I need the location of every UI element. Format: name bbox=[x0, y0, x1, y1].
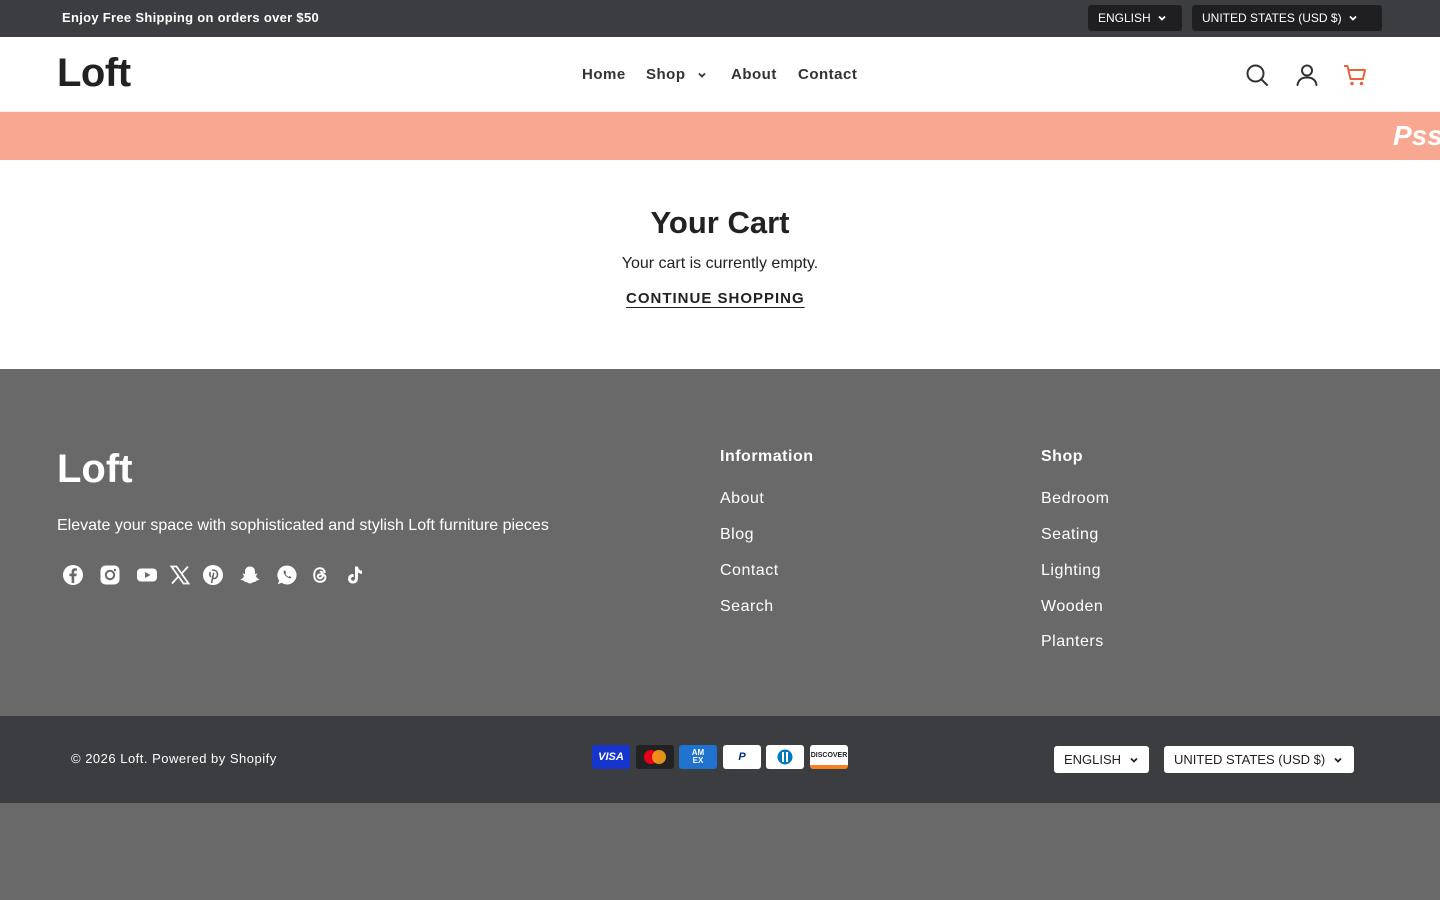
footer-link-blog[interactable]: Blog bbox=[720, 526, 754, 544]
language-selector-label: ENGLISH bbox=[1098, 11, 1151, 25]
footer-bottom-bar: © 2026 Loft. Powered by Shopify VISA AM E… bbox=[0, 716, 1440, 803]
paypal-icon: P bbox=[723, 745, 761, 769]
footer-col-title-shop: Shop bbox=[1041, 448, 1083, 465]
language-selector[interactable]: ENGLISH bbox=[1088, 5, 1182, 31]
cart-icon[interactable] bbox=[1342, 62, 1368, 88]
continue-shopping-link[interactable]: CONTINUE SHOPPING bbox=[626, 290, 805, 307]
site-header: Loft Home Shop About Contact bbox=[0, 37, 1440, 112]
chevron-down-icon bbox=[1334, 757, 1342, 763]
footer-logo: Loft bbox=[57, 447, 133, 491]
nav-home[interactable]: Home bbox=[582, 66, 626, 83]
footer-language-selector-label: ENGLISH bbox=[1064, 752, 1122, 767]
empty-cart-message: Your cart is currently empty. bbox=[621, 255, 819, 272]
nav-about[interactable]: About bbox=[731, 66, 777, 83]
announcement-bar: Enjoy Free Shipping on orders over $50 E… bbox=[0, 0, 1440, 37]
mastercard-icon bbox=[636, 745, 674, 769]
site-logo[interactable]: Loft bbox=[57, 51, 131, 96]
youtube-icon[interactable] bbox=[136, 564, 158, 586]
footer-link-seating[interactable]: Seating bbox=[1041, 526, 1099, 544]
promo-marquee: Pss bbox=[0, 112, 1440, 160]
country-selector[interactable]: UNITED STATES (USD $) bbox=[1192, 5, 1382, 31]
footer-link-lighting[interactable]: Lighting bbox=[1041, 562, 1101, 580]
chevron-down-icon bbox=[1158, 15, 1166, 21]
footer-tagline: Elevate your space with sophisticated an… bbox=[57, 517, 549, 534]
footer-language-selector[interactable]: ENGLISH bbox=[1054, 746, 1149, 773]
account-icon[interactable] bbox=[1294, 62, 1320, 88]
country-selector-label: UNITED STATES (USD $) bbox=[1202, 11, 1342, 25]
instagram-icon[interactable] bbox=[99, 564, 121, 586]
footer-link-search[interactable]: Search bbox=[720, 598, 774, 616]
footer-country-selector-label: UNITED STATES (USD $) bbox=[1174, 752, 1326, 767]
tiktok-icon[interactable] bbox=[343, 564, 365, 586]
footer-country-selector[interactable]: UNITED STATES (USD $) bbox=[1164, 746, 1354, 773]
footer-link-wooden[interactable]: Wooden bbox=[1041, 598, 1103, 616]
announcement-text: Enjoy Free Shipping on orders over $50 bbox=[62, 10, 320, 25]
whatsapp-icon[interactable] bbox=[276, 564, 298, 586]
nav-contact[interactable]: Contact bbox=[798, 66, 857, 83]
cart-section: Your Cart Your cart is currently empty. … bbox=[0, 160, 1440, 369]
snapchat-icon[interactable] bbox=[239, 564, 261, 586]
copyright-text: © 2026 Loft. Powered by Shopify bbox=[71, 751, 277, 766]
footer-link-contact[interactable]: Contact bbox=[720, 562, 779, 580]
page-title: Your Cart bbox=[650, 205, 790, 240]
amex-icon: AM EX bbox=[679, 745, 717, 769]
site-footer: Loft Elevate your space with sophisticat… bbox=[0, 369, 1440, 716]
promo-text: Pss bbox=[1393, 120, 1440, 151]
nav-shop[interactable]: Shop bbox=[646, 66, 686, 83]
chevron-down-icon[interactable] bbox=[696, 69, 708, 81]
chevron-down-icon bbox=[1348, 15, 1357, 21]
footer-link-planters[interactable]: Planters bbox=[1041, 633, 1104, 651]
threads-icon[interactable] bbox=[309, 564, 331, 586]
chevron-down-icon bbox=[1130, 757, 1138, 763]
diners-club-icon bbox=[766, 745, 804, 769]
x-icon[interactable] bbox=[169, 564, 191, 586]
visa-icon: VISA bbox=[592, 745, 630, 769]
pinterest-icon[interactable] bbox=[202, 564, 224, 586]
discover-icon: DISCOVER bbox=[810, 745, 848, 769]
footer-link-about[interactable]: About bbox=[720, 490, 764, 508]
search-icon[interactable] bbox=[1244, 62, 1270, 88]
footer-link-bedroom[interactable]: Bedroom bbox=[1041, 490, 1109, 508]
footer-col-title-information: Information bbox=[720, 448, 814, 465]
facebook-icon[interactable] bbox=[62, 564, 84, 586]
